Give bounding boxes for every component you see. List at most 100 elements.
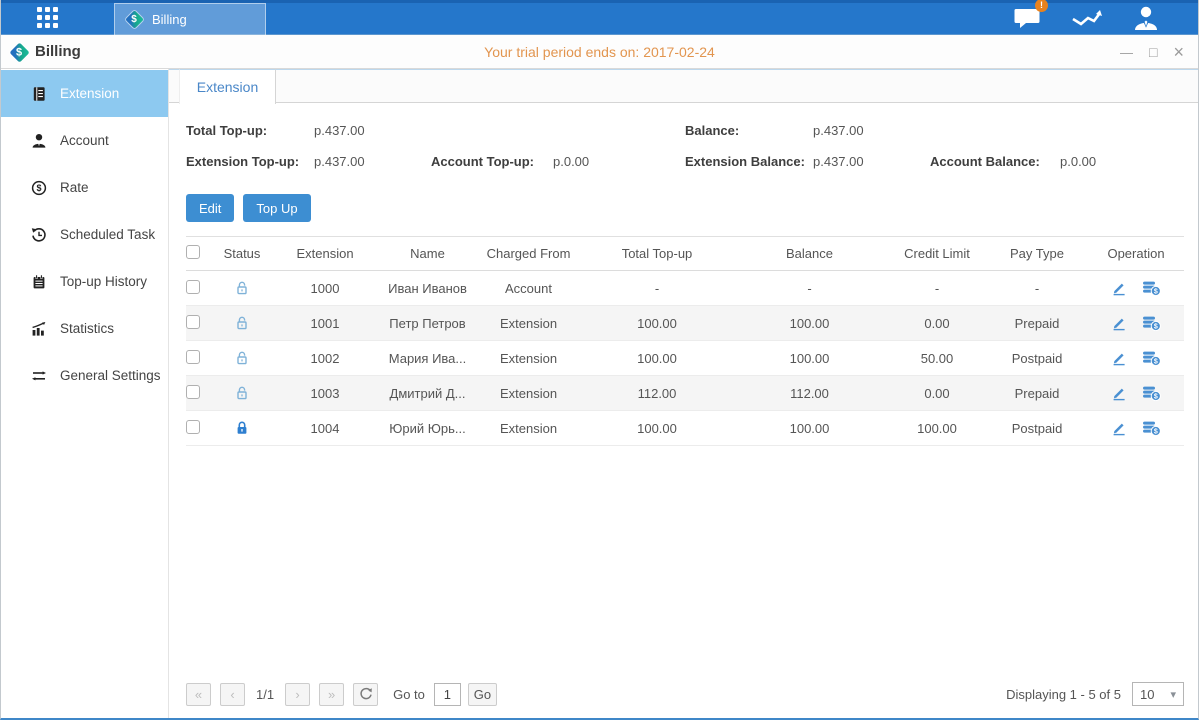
user-icon[interactable]	[1132, 5, 1160, 31]
tab-extension[interactable]: Extension	[179, 69, 276, 104]
row-checkbox[interactable]	[186, 350, 200, 364]
col-extension: Extension	[271, 246, 379, 261]
first-page-button[interactable]: «	[186, 683, 211, 706]
sidebar: Extension Account $ Rate Scheduled Task …	[1, 69, 169, 718]
cell-extension: 1004	[271, 421, 379, 436]
table-row: 1001 Петр Петров Extension 100.00 100.00…	[186, 306, 1184, 341]
cell-balance: 100.00	[733, 351, 886, 366]
cell-charged-from: Extension	[476, 316, 581, 331]
sidebar-item-scheduled-task[interactable]: Scheduled Task	[1, 211, 168, 258]
cell-name: Мария Ива...	[379, 351, 476, 366]
apps-grid-icon[interactable]	[37, 7, 58, 28]
cell-extension: 1001	[271, 316, 379, 331]
svg-text:$: $	[36, 183, 41, 193]
maximize-icon[interactable]: □	[1149, 45, 1157, 59]
edit-button[interactable]: Edit	[186, 194, 234, 222]
cell-charged-from: Extension	[476, 386, 581, 401]
displaying-text: Displaying 1 - 5 of 5	[1006, 687, 1121, 702]
edit-pencil-icon[interactable]	[1111, 420, 1127, 436]
cell-balance: 100.00	[733, 421, 886, 436]
chat-icon[interactable]: !	[1014, 6, 1041, 30]
window-title: Billing	[35, 43, 81, 60]
page-indicator: 1/1	[256, 687, 274, 702]
sidebar-item-label: Account	[60, 133, 109, 148]
svg-text:$: $	[1154, 359, 1158, 366]
lock-open-icon	[234, 385, 250, 401]
table-row: 1000 Иван Иванов Account - - - - $	[186, 271, 1184, 306]
notepad-icon	[31, 274, 47, 290]
row-checkbox[interactable]	[186, 420, 200, 434]
col-balance: Balance	[733, 246, 886, 261]
notification-badge: !	[1035, 0, 1048, 12]
col-charged-from: Charged From	[476, 246, 581, 261]
extension-topup-label: Extension Top-up:	[186, 154, 314, 169]
sidebar-item-topup-history[interactable]: Top-up History	[1, 258, 168, 305]
topup-coins-icon[interactable]: $	[1142, 280, 1161, 296]
minimize-icon[interactable]: —	[1120, 46, 1133, 59]
goto-label: Go to	[393, 687, 425, 702]
total-topup-label: Total Top-up:	[186, 123, 314, 138]
sidebar-item-label: Scheduled Task	[60, 227, 155, 242]
row-checkbox[interactable]	[186, 280, 200, 294]
content-tabstrip: Extension	[169, 69, 1198, 103]
topup-coins-icon[interactable]: $	[1142, 420, 1161, 436]
close-icon[interactable]: ×	[1173, 43, 1184, 61]
refresh-icon	[359, 687, 373, 701]
balance-summary: Total Top-up: p.437.00 Extension Top-up:…	[186, 115, 1184, 177]
sidebar-item-label: Statistics	[60, 321, 114, 336]
top-up-button[interactable]: Top Up	[243, 194, 310, 222]
billing-diamond-icon: $	[9, 42, 29, 62]
cell-balance: 100.00	[733, 316, 886, 331]
edit-pencil-icon[interactable]	[1111, 280, 1127, 296]
col-operation: Operation	[1086, 246, 1186, 261]
edit-pencil-icon[interactable]	[1111, 315, 1127, 331]
cell-extension: 1000	[271, 281, 379, 296]
tab-label: Extension	[197, 79, 258, 95]
account-topup-label: Account Top-up:	[431, 154, 553, 169]
top-app-bar: $ Billing !	[1, 0, 1198, 35]
next-page-button[interactable]: ›	[285, 683, 310, 706]
sidebar-item-extension[interactable]: Extension	[1, 70, 168, 117]
cell-credit-limit: 100.00	[886, 421, 988, 436]
extensions-table: Status Extension Name Charged From Total…	[186, 236, 1184, 446]
cell-pay-type: Postpaid	[988, 421, 1086, 436]
topup-coins-icon[interactable]: $	[1142, 385, 1161, 401]
edit-pencil-icon[interactable]	[1111, 385, 1127, 401]
col-name: Name	[379, 246, 476, 261]
row-checkbox[interactable]	[186, 315, 200, 329]
topup-coins-icon[interactable]: $	[1142, 350, 1161, 366]
topbar-right-icons: !	[1014, 0, 1160, 35]
goto-page-input[interactable]	[434, 683, 461, 706]
svg-text:$: $	[1154, 289, 1158, 296]
go-button[interactable]: Go	[468, 683, 497, 706]
cell-name: Дмитрий Д...	[379, 386, 476, 401]
refresh-button[interactable]	[353, 683, 378, 706]
topup-coins-icon[interactable]: $	[1142, 315, 1161, 331]
cell-pay-type: Prepaid	[988, 316, 1086, 331]
sidebar-item-statistics[interactable]: Statistics	[1, 305, 168, 352]
cell-credit-limit: 50.00	[886, 351, 988, 366]
lock-closed-icon	[234, 420, 250, 436]
select-all-checkbox[interactable]	[186, 245, 200, 259]
table-header-row: Status Extension Name Charged From Total…	[186, 236, 1184, 271]
sidebar-item-account[interactable]: Account	[1, 117, 168, 164]
balance-value: p.437.00	[813, 123, 930, 138]
last-page-button[interactable]: »	[319, 683, 344, 706]
cell-total-topup: 100.00	[581, 351, 733, 366]
row-checkbox[interactable]	[186, 385, 200, 399]
prev-page-button[interactable]: ‹	[220, 683, 245, 706]
page-size-value: 10	[1140, 687, 1154, 702]
sidebar-item-rate[interactable]: $ Rate	[1, 164, 168, 211]
topbar-billing-tab[interactable]: $ Billing	[114, 3, 266, 35]
billing-diamond-icon: $	[125, 11, 143, 29]
line-chart-icon[interactable]	[1071, 6, 1102, 30]
cell-total-topup: 100.00	[581, 421, 733, 436]
edit-pencil-icon[interactable]	[1111, 350, 1127, 366]
page-size-select[interactable]: 10 ▾	[1132, 682, 1184, 706]
sidebar-item-general-settings[interactable]: General Settings	[1, 352, 168, 399]
cell-credit-limit: 0.00	[886, 386, 988, 401]
lock-open-icon	[234, 315, 250, 331]
sidebar-item-label: Rate	[60, 180, 89, 195]
cell-name: Иван Иванов	[379, 281, 476, 296]
cell-pay-type: -	[988, 281, 1086, 296]
